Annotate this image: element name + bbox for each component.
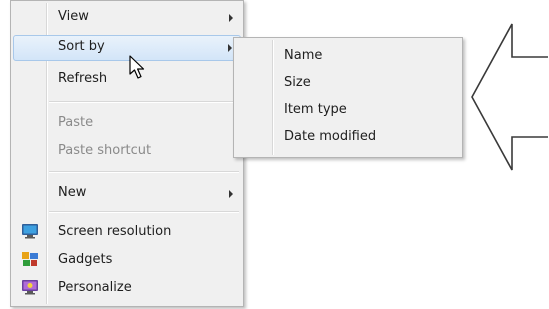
menu-item-view-label: View xyxy=(58,9,89,24)
menu-item-sort-by-label: Sort by xyxy=(58,39,105,54)
menu-item-new[interactable]: New xyxy=(11,181,243,205)
sort-option-date-modified-label: Date modified xyxy=(284,129,377,144)
submenu-arrow-icon xyxy=(228,44,232,52)
menu-item-view[interactable]: View xyxy=(11,5,243,29)
menu-item-screen-resolution-label: Screen resolution xyxy=(58,224,172,239)
sort-by-submenu: Name Size Item type Date modified xyxy=(233,37,463,158)
sort-option-size[interactable]: Size xyxy=(234,71,462,95)
personalize-icon xyxy=(22,280,38,295)
menu-separator xyxy=(49,101,239,103)
menu-item-refresh[interactable]: Refresh xyxy=(11,67,243,91)
menu-item-new-label: New xyxy=(58,185,87,200)
sort-option-name[interactable]: Name xyxy=(234,44,462,68)
desktop-context-menu: View Sort by Refresh Paste Paste shortcu… xyxy=(10,0,244,307)
menu-item-refresh-label: Refresh xyxy=(58,71,108,86)
gadgets-icon xyxy=(22,252,38,266)
sort-option-size-label: Size xyxy=(284,75,311,90)
sort-option-date-modified[interactable]: Date modified xyxy=(234,125,462,149)
menu-item-screen-resolution[interactable]: Screen resolution xyxy=(11,220,243,244)
menu-item-personalize-label: Personalize xyxy=(58,280,132,295)
menu-item-personalize[interactable]: Personalize xyxy=(11,276,243,300)
submenu-arrow-icon xyxy=(229,190,233,198)
menu-item-paste[interactable]: Paste xyxy=(11,111,243,135)
sort-option-item-type-label: Item type xyxy=(284,102,347,117)
sort-option-item-type[interactable]: Item type xyxy=(234,98,462,122)
sort-option-name-label: Name xyxy=(284,48,323,63)
menu-separator xyxy=(49,171,239,173)
menu-item-sort-by[interactable]: Sort by xyxy=(13,35,241,61)
menu-item-gadgets[interactable]: Gadgets xyxy=(11,248,243,272)
menu-item-gadgets-label: Gadgets xyxy=(58,252,113,267)
menu-item-paste-shortcut-label: Paste shortcut xyxy=(58,143,152,158)
mouse-cursor-icon xyxy=(129,55,145,79)
pointer-arrow-icon xyxy=(471,23,548,171)
menu-item-paste-shortcut[interactable]: Paste shortcut xyxy=(11,139,243,163)
submenu-arrow-icon xyxy=(229,14,233,22)
screen-resolution-icon xyxy=(22,224,38,239)
menu-separator xyxy=(49,211,239,213)
menu-item-paste-label: Paste xyxy=(58,115,94,130)
